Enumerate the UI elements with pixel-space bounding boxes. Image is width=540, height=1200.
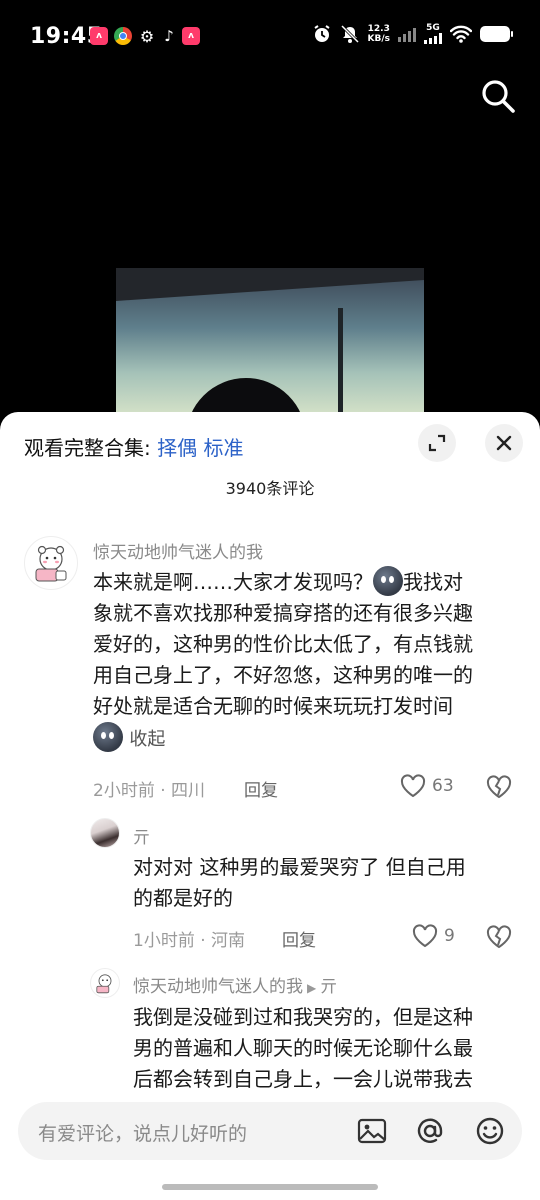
broken-heart-icon[interactable] (486, 775, 512, 799)
like-button[interactable]: 9 (412, 924, 455, 948)
comment-input-placeholder: 有爱评论，说点儿好听的 (38, 1123, 248, 1145)
reply-body: 对对对 这种男的最爱哭穷了 但自己用 的都是好的 (133, 855, 466, 910)
tiktok-icon: ♪ (164, 27, 174, 45)
video-player[interactable] (116, 268, 424, 418)
bear-avatar-icon (35, 545, 67, 582)
video-frame-pole (338, 308, 343, 418)
like-count: 9 (444, 926, 455, 946)
heart-icon (412, 924, 438, 948)
mention-icon[interactable] (414, 1115, 446, 1147)
comment-meta: 2小时前 · 四川 (93, 781, 206, 801)
bear-avatar-icon (96, 974, 112, 994)
reply-button[interactable]: 回复 (282, 926, 316, 951)
like-count: 63 (432, 776, 454, 796)
collection-link[interactable]: 择偶 标准 (157, 436, 243, 460)
network-5g: 5G (424, 24, 442, 44)
reply-meta: 1小时前 · 河南 (133, 931, 246, 951)
like-button[interactable]: 63 (400, 774, 454, 798)
status-bar: 19:45 ʌ ⚙ ♪ ʌ 12.3 KB/s 5G (0, 0, 540, 72)
emoji-icon (93, 722, 123, 752)
avatar[interactable] (90, 818, 120, 848)
notification-icons: ʌ ⚙ ♪ ʌ (90, 27, 200, 46)
comment-username[interactable]: 惊天动地帅气迷人的我 (93, 538, 263, 563)
close-button[interactable] (485, 424, 523, 462)
net-speed: 12.3 KB/s (367, 24, 390, 44)
broken-heart-icon[interactable] (486, 925, 512, 949)
reply-username: 惊天动地帅气迷人的我 ▶ 亓 (133, 977, 338, 997)
wifi-icon (450, 25, 472, 43)
app-notification-icon: ʌ (182, 27, 200, 45)
emoji-icon[interactable] (474, 1115, 506, 1147)
mute-icon (340, 24, 359, 44)
video-frame-roof (116, 268, 424, 301)
close-icon (496, 435, 512, 451)
reply-arrow-icon: ▶ (307, 981, 317, 995)
collapse-link[interactable]: 收起 (129, 729, 165, 750)
alarm-icon (313, 25, 330, 42)
reply-body: 我倒是没碰到过和我哭穷的，但是这种 男的普遍和人聊天的时候无论聊什么最 后都会转… (133, 1005, 473, 1091)
avatar[interactable] (90, 968, 120, 998)
collection-title: 观看完整合集: 择偶 标准 (24, 436, 244, 460)
emoji-icon (373, 566, 403, 596)
signal-icon (398, 26, 416, 42)
chrome-icon (114, 27, 132, 45)
avatar[interactable] (24, 536, 78, 590)
expand-icon (428, 434, 446, 452)
comment-count: 3940条评论 (225, 479, 315, 498)
settings-icon: ⚙ (139, 27, 155, 46)
system-icons: 12.3 KB/s 5G (312, 24, 513, 44)
signal-icon (424, 33, 442, 44)
comment-sheet: 观看完整合集: 择偶 标准 3940条评论 惊天动地帅气迷人的我 本来就是啊……… (0, 412, 540, 1200)
search-icon[interactable] (480, 78, 516, 114)
image-icon[interactable] (356, 1115, 388, 1147)
expand-button[interactable] (418, 424, 456, 462)
reply-username[interactable]: 亓 (133, 823, 150, 848)
battery-icon (480, 26, 513, 42)
comment-input[interactable]: 有爱评论，说点儿好听的 (18, 1102, 522, 1160)
app-notification-icon: ʌ (90, 27, 108, 45)
reply-button[interactable]: 回复 (244, 776, 278, 801)
home-indicator[interactable] (162, 1184, 378, 1190)
heart-icon (400, 774, 426, 798)
comment-body: 本来就是啊……大家才发现吗？ 我找对 象就不喜欢找那种爱搞穿搭的还有很多兴趣 爱好… (93, 566, 523, 755)
